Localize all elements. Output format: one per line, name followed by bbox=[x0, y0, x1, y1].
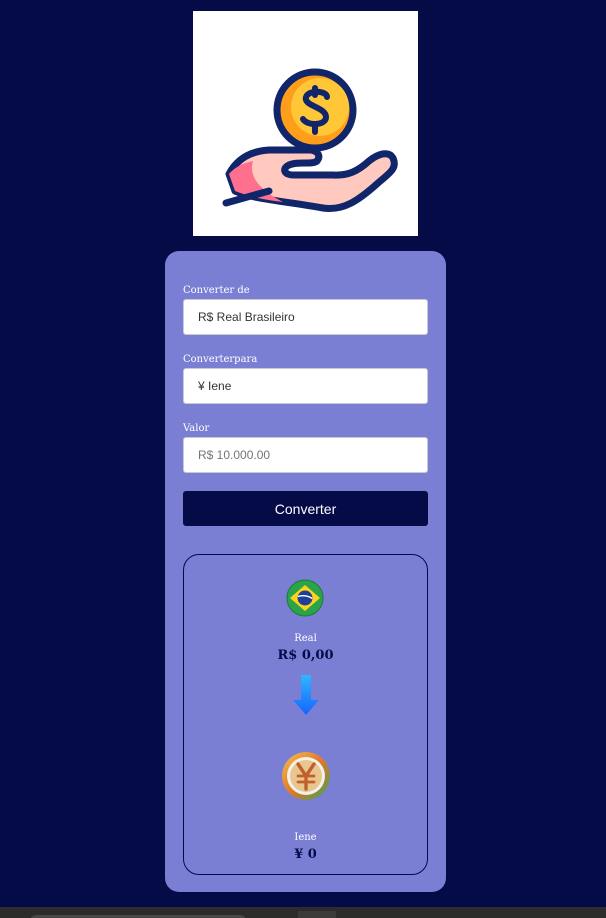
hand-holding-dollar-coin-icon bbox=[222, 68, 398, 213]
amount-label: Valor bbox=[183, 423, 210, 434]
converter-card: Converter de R$ Real Brasileiro Converte… bbox=[165, 251, 446, 892]
amount-input[interactable] bbox=[198, 439, 427, 471]
amount-field[interactable] bbox=[183, 437, 428, 473]
arrow-down-icon bbox=[293, 675, 319, 715]
to-label: Converterpara bbox=[183, 354, 258, 365]
from-currency-value: R$ 0,00 bbox=[277, 648, 334, 663]
from-currency-name: Real bbox=[294, 633, 317, 644]
page: Converter de R$ Real Brasileiro Converte… bbox=[0, 0, 606, 918]
from-label: Converter de bbox=[183, 285, 250, 296]
result-panel: Real R$ 0,00 Iene ¥ 0 bbox=[183, 554, 428, 875]
convert-button[interactable]: Converter bbox=[183, 491, 428, 526]
yen-coin-icon bbox=[282, 752, 330, 800]
brazil-flag-icon bbox=[286, 579, 324, 617]
to-currency-name: Iene bbox=[294, 832, 317, 843]
to-currency-value: ¥ 0 bbox=[294, 847, 317, 862]
from-currency-select[interactable]: R$ Real Brasileiro bbox=[183, 299, 428, 335]
to-currency-select[interactable]: ¥ Iene bbox=[183, 368, 428, 404]
taskbar-button[interactable] bbox=[298, 911, 336, 918]
logo-image bbox=[193, 11, 418, 236]
